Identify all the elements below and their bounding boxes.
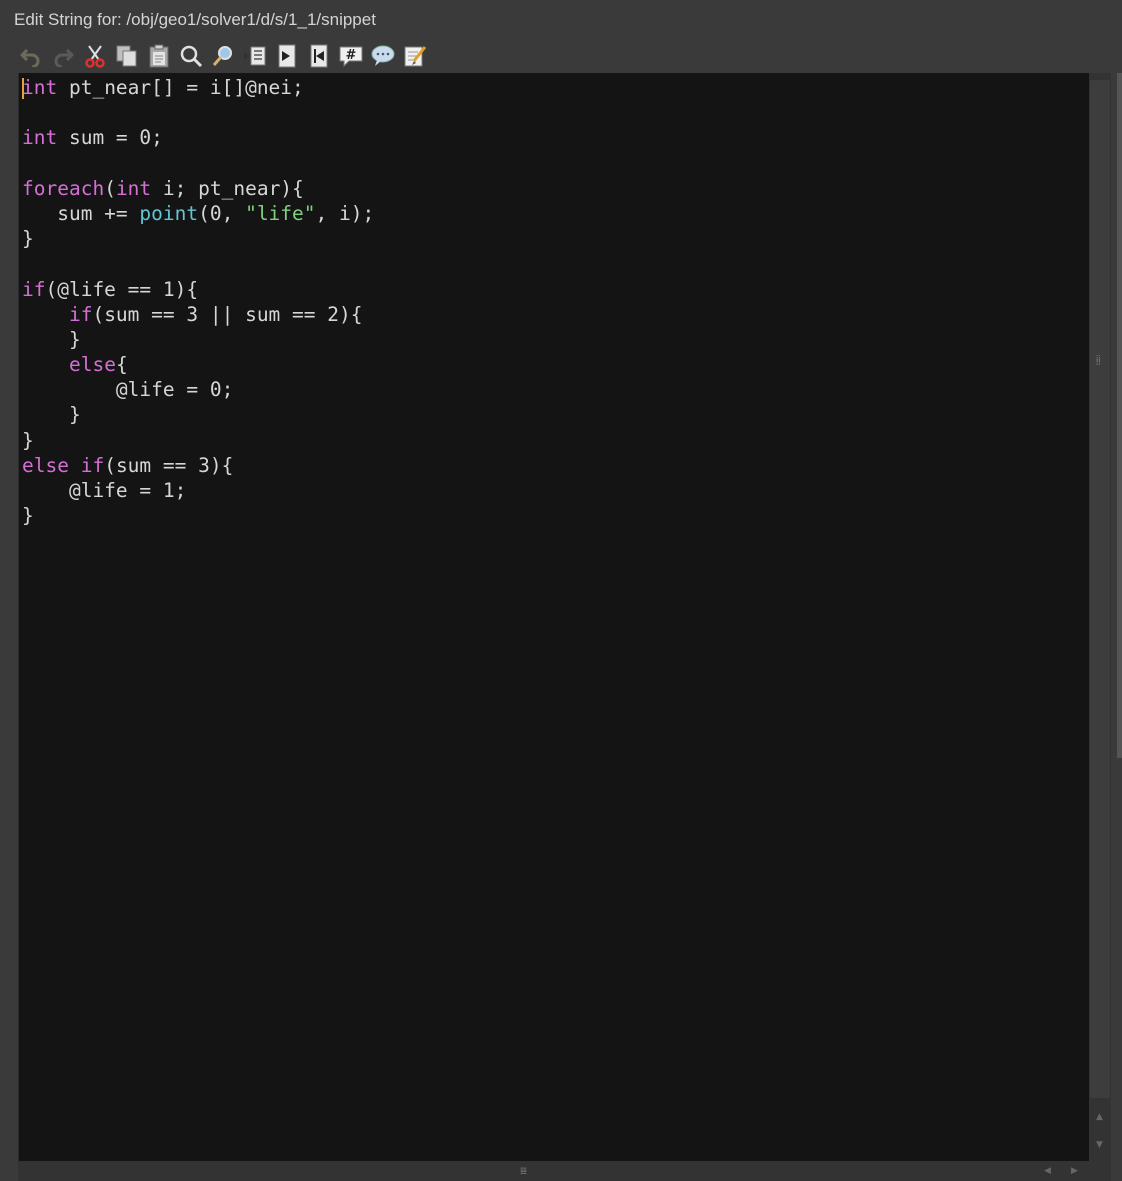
code-line[interactable]: sum += point(0, "life", i); [22,201,374,226]
code-token: , i); [315,201,375,225]
indent-button[interactable] [242,43,268,69]
goto-prev-button[interactable] [306,43,332,69]
code-line[interactable] [22,251,374,276]
scissors-icon [85,45,105,68]
magnifier-icon [180,45,203,68]
vertical-scrollbar-thumb[interactable] [1090,80,1110,1098]
code-token: } [22,403,81,427]
window-edge [1117,73,1122,758]
code-token: if [22,277,46,301]
code-line[interactable]: } [22,428,374,453]
code-line[interactable]: int pt_near[] = i[]@nei; [22,75,374,100]
code-token: (@life == 1){ [45,277,199,301]
indent-icon [244,46,266,66]
code-line[interactable]: foreach(int i; pt_near){ [22,176,374,201]
code-token: @life = 0; [22,378,234,402]
code-token: int [22,76,58,99]
code-token: "life" [245,201,316,225]
text-caret [22,78,24,99]
code-editor[interactable]: int pt_near[] = i[]@nei; int sum = 0; fo… [18,73,1090,1161]
code-token: else [22,453,69,477]
code-token: } [22,504,34,528]
code-token: } [22,428,34,452]
code-line[interactable] [22,151,374,176]
code-line[interactable]: else if(sum == 3){ [22,453,374,478]
scroll-down-arrow-icon[interactable]: ▼ [1096,1140,1103,1150]
external-editor-button[interactable] [402,43,428,69]
code-line[interactable]: } [22,226,374,251]
redo-icon [54,48,74,67]
redo-button[interactable] [50,43,76,69]
paste-icon [149,44,169,68]
code-token: int [115,176,152,200]
find-replace-icon [212,46,232,66]
undo-button[interactable] [18,43,44,69]
code-line[interactable]: if(@life == 1){ [22,277,374,302]
code-token: pt_near[] = i[]@nei; [57,76,304,99]
comment-button[interactable]: # [338,43,364,69]
code-token: int [22,126,58,150]
code-line[interactable]: } [22,327,374,352]
code-line[interactable] [22,100,374,125]
code-token: } [22,227,34,251]
code-line[interactable]: int sum = 0; [22,125,374,150]
copy-icon [116,45,137,67]
code-token: sum = 0; [57,126,163,150]
window-title: Edit String for: /obj/geo1/solver1/d/s/1… [14,10,376,29]
code-token: (sum == 3 || sum == 2){ [92,302,363,326]
horizontal-scrollbar[interactable] [18,1161,1111,1181]
cut-button[interactable] [82,43,108,69]
horizontal-grip-icon[interactable]: ⁞⁞⁞⁞ [520,1166,527,1177]
code-line[interactable]: } [22,402,374,427]
page-arrow-left-icon [310,44,328,68]
code-token: { [115,353,128,377]
scroll-right-arrow-icon[interactable]: ▶ [1071,1166,1078,1176]
splitter-grip-icon[interactable]: ⁞⁞ ⁞⁞ [1096,355,1104,369]
editor-toolbar: # [18,42,428,70]
find-button[interactable] [178,43,204,69]
copy-button[interactable] [114,43,140,69]
page-arrow-right-icon [278,44,296,68]
scroll-left-arrow-icon[interactable]: ◀ [1044,1166,1051,1176]
code-token: point [139,201,199,225]
comment-hash-icon: # [339,46,363,68]
uncomment-button[interactable] [370,43,396,69]
notepad-pencil-icon [404,46,427,67]
code-line[interactable]: @life = 0; [22,377,374,402]
code-token: else [68,353,116,377]
code-token: if [80,453,105,477]
code-token: (0, [198,201,246,225]
svg-text:#: # [346,48,357,63]
find-replace-button[interactable] [210,43,236,69]
speech-bubble-icon [371,45,395,66]
code-line[interactable]: else{ [22,352,374,377]
code-token: i; pt_near){ [151,176,304,200]
code-token: @life = 1; [22,479,187,502]
code-token: if [68,302,93,326]
code-token: (sum == 3){ [104,453,234,477]
goto-next-button[interactable] [274,43,300,69]
code-token: foreach [22,176,105,200]
code-text[interactable]: int pt_near[] = i[]@nei; int sum = 0; fo… [22,75,374,528]
paste-button[interactable] [146,43,172,69]
code-line[interactable]: if(sum == 3 || sum == 2){ [22,302,374,327]
scroll-up-arrow-icon[interactable]: ▲ [1096,1112,1103,1122]
undo-icon [20,48,40,67]
edit-string-window: Edit String for: /obj/geo1/solver1/d/s/1… [0,0,1122,1181]
code-token: ( [104,176,116,200]
code-token: sum += [22,201,140,225]
code-line[interactable]: @life = 1; [22,478,374,503]
code-token: } [22,327,81,351]
code-line[interactable]: } [22,503,374,528]
